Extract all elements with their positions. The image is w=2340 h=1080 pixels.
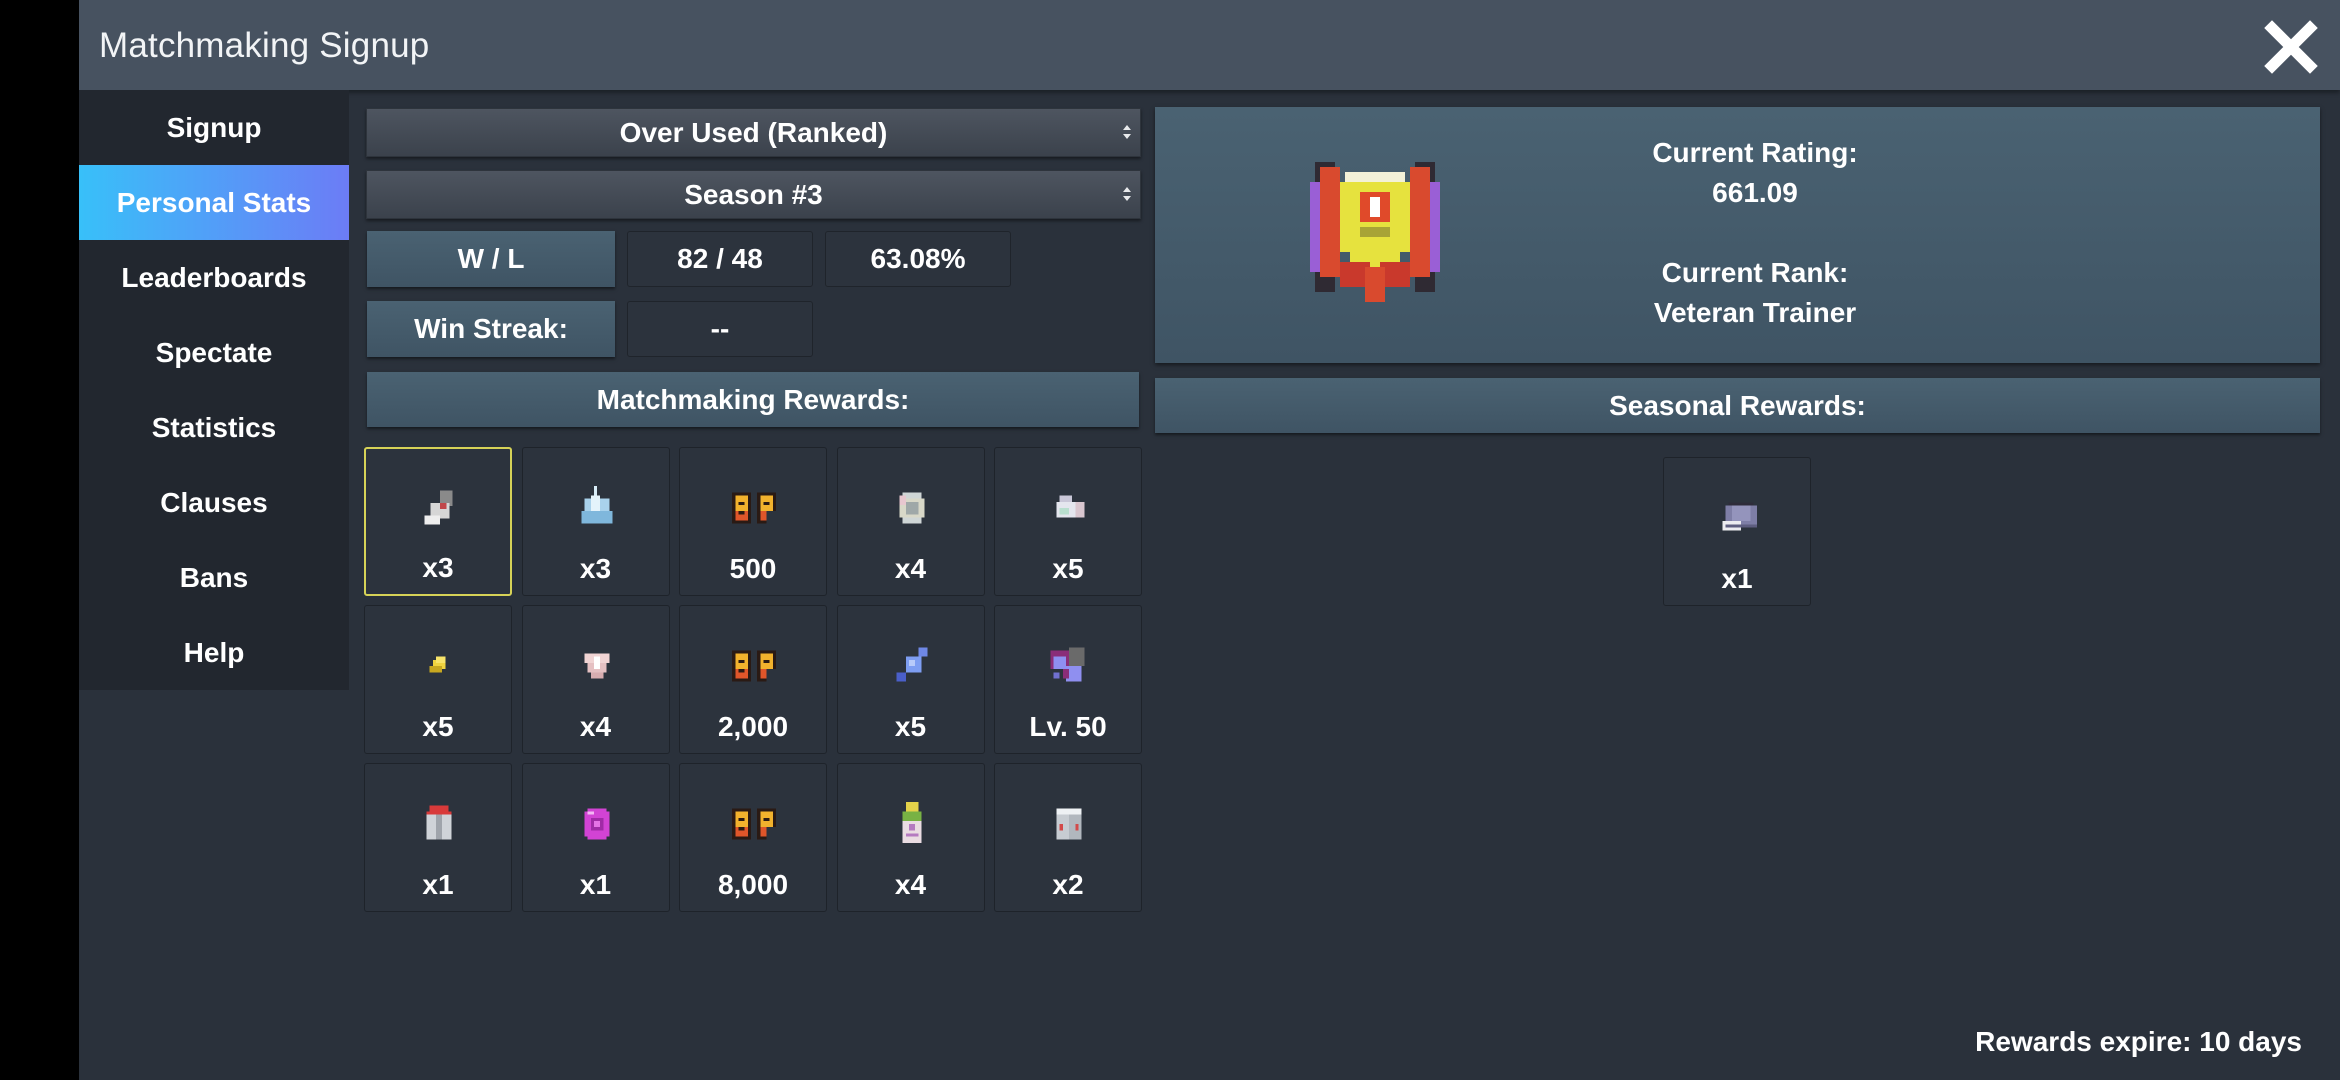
close-icon — [2264, 20, 2318, 74]
reward-cell[interactable]: x1 — [521, 763, 670, 912]
cap-item-icon — [1722, 502, 1757, 531]
sidebar-item-spectate[interactable]: Spectate — [79, 315, 349, 390]
sidebar-item-clauses[interactable]: Clauses — [79, 465, 349, 540]
reward-cell[interactable]: x5 — [836, 605, 985, 754]
reward-cell[interactable]: 8,000 — [679, 763, 827, 912]
select-arrows-icon — [1123, 187, 1131, 201]
sidebar-item-label: Clauses — [160, 486, 268, 518]
reward-quantity: 8,000 — [717, 869, 789, 900]
reward-cell[interactable]: x5 — [994, 447, 1142, 596]
sidebar-item-help[interactable]: Help — [79, 615, 349, 690]
gift-box-item-icon — [426, 805, 452, 840]
reward-quantity: x4 — [579, 711, 612, 742]
rewards-expiry-text: Rewards expire: 10 days — [1975, 1026, 2302, 1057]
reward-quantity: x1 — [1721, 563, 1753, 594]
gold-nugget-item-icon — [429, 656, 446, 673]
reward-cell[interactable]: x3 — [364, 447, 512, 596]
reward-cell[interactable]: x3 — [521, 447, 670, 596]
reward-cell[interactable]: x4 — [836, 763, 985, 912]
sidebar-item-label: Help — [183, 636, 245, 668]
reward-cell[interactable]: 500 — [679, 447, 827, 596]
reward-quantity: x5 — [894, 711, 927, 742]
sidebar: Signup Personal Stats Leaderboards Spect… — [79, 90, 349, 690]
win-streak-value: -- — [627, 301, 813, 357]
reward-cell[interactable]: x5 — [364, 605, 512, 754]
rank-badge-icon — [1310, 162, 1440, 302]
matchmaking-window: Matchmaking Signup Signup Personal Stats… — [79, 0, 2340, 1080]
reward-quantity: Lv. 50 — [1029, 711, 1107, 742]
win-streak-label: Win Streak: — [367, 301, 615, 357]
format-select[interactable]: Over Used (Ranked) — [366, 108, 1141, 157]
rare-candy-item-icon — [895, 647, 928, 682]
sidebar-item-bans[interactable]: Bans — [79, 540, 349, 615]
sidebar-item-statistics[interactable]: Statistics — [79, 390, 349, 465]
pink-gem-item-icon — [584, 653, 609, 679]
reward-quantity: 2,000 — [717, 711, 789, 742]
format-select-value: Over Used (Ranked) — [619, 116, 888, 148]
bp-icon — [732, 650, 776, 682]
seasonal-reward-cell[interactable]: x1 — [1663, 457, 1811, 606]
seasonal-rewards-header: Seasonal Rewards: — [1155, 378, 2320, 433]
reward-cell[interactable]: x1 — [364, 763, 512, 912]
pokemon-sprite-icon — [1050, 647, 1085, 682]
close-button[interactable] — [2264, 20, 2318, 74]
season-select[interactable]: Season #3 — [366, 170, 1141, 219]
reward-quantity: x3 — [579, 553, 612, 584]
sidebar-item-leaderboards[interactable]: Leaderboards — [79, 240, 349, 315]
sidebar-item-label: Bans — [179, 561, 249, 593]
reward-quantity: x1 — [422, 869, 454, 900]
potion-bottle-item-icon — [902, 802, 921, 843]
season-select-value: Season #3 — [684, 178, 823, 210]
select-arrows-icon — [1123, 125, 1131, 139]
current-rank-value: Veteran Trainer — [1653, 297, 1857, 328]
wl-value: 82 / 48 — [627, 231, 813, 287]
title-bar: Matchmaking Signup — [79, 0, 2340, 90]
reward-quantity: x1 — [579, 869, 612, 900]
reward-cell[interactable]: x2 — [994, 763, 1142, 912]
sidebar-item-label: Personal Stats — [116, 186, 312, 218]
ice-crystal-item-icon — [580, 486, 613, 524]
sidebar-item-label: Signup — [166, 111, 262, 143]
mystery-box-item-icon — [1056, 808, 1082, 840]
rating-panel: Current Rating: 661.09 Current Rank: Vet… — [1155, 107, 2320, 363]
bp-icon — [732, 492, 776, 524]
current-rating-label: Current Rating: — [1652, 137, 1858, 168]
wl-label: W / L — [367, 231, 615, 287]
sidebar-item-label: Leaderboards — [121, 261, 307, 293]
window-title: Matchmaking Signup — [99, 26, 430, 65]
reward-quantity: x4 — [894, 553, 927, 584]
sidebar-item-label: Statistics — [151, 411, 277, 443]
reward-cell[interactable]: Lv. 50 — [994, 605, 1142, 754]
shard-item-icon — [1056, 495, 1085, 518]
reward-quantity: x2 — [1052, 869, 1084, 900]
matchmaking-rewards-header: Matchmaking Rewards: — [367, 372, 1139, 427]
pink-orb-item-icon — [584, 808, 609, 840]
current-rating-value: 661.09 — [1712, 177, 1798, 208]
ticket-item-icon — [424, 490, 453, 525]
reward-quantity: x4 — [894, 869, 927, 900]
rainbow-egg-item-icon — [899, 492, 924, 524]
sidebar-item-signup[interactable]: Signup — [79, 90, 349, 165]
reward-quantity: x5 — [1052, 553, 1084, 584]
win-rate-value: 63.08% — [825, 231, 1011, 287]
reward-cell[interactable]: 2,000 — [679, 605, 827, 754]
reward-quantity: x3 — [422, 552, 454, 583]
reward-quantity: 500 — [729, 553, 777, 584]
bp-icon — [732, 808, 776, 840]
reward-quantity: x5 — [422, 711, 454, 742]
sidebar-item-label: Spectate — [155, 336, 273, 368]
sidebar-item-personal-stats[interactable]: Personal Stats — [79, 165, 349, 240]
reward-cell[interactable]: x4 — [836, 447, 985, 596]
current-rank-label: Current Rank: — [1661, 257, 1849, 288]
reward-cell[interactable]: x4 — [521, 605, 670, 754]
